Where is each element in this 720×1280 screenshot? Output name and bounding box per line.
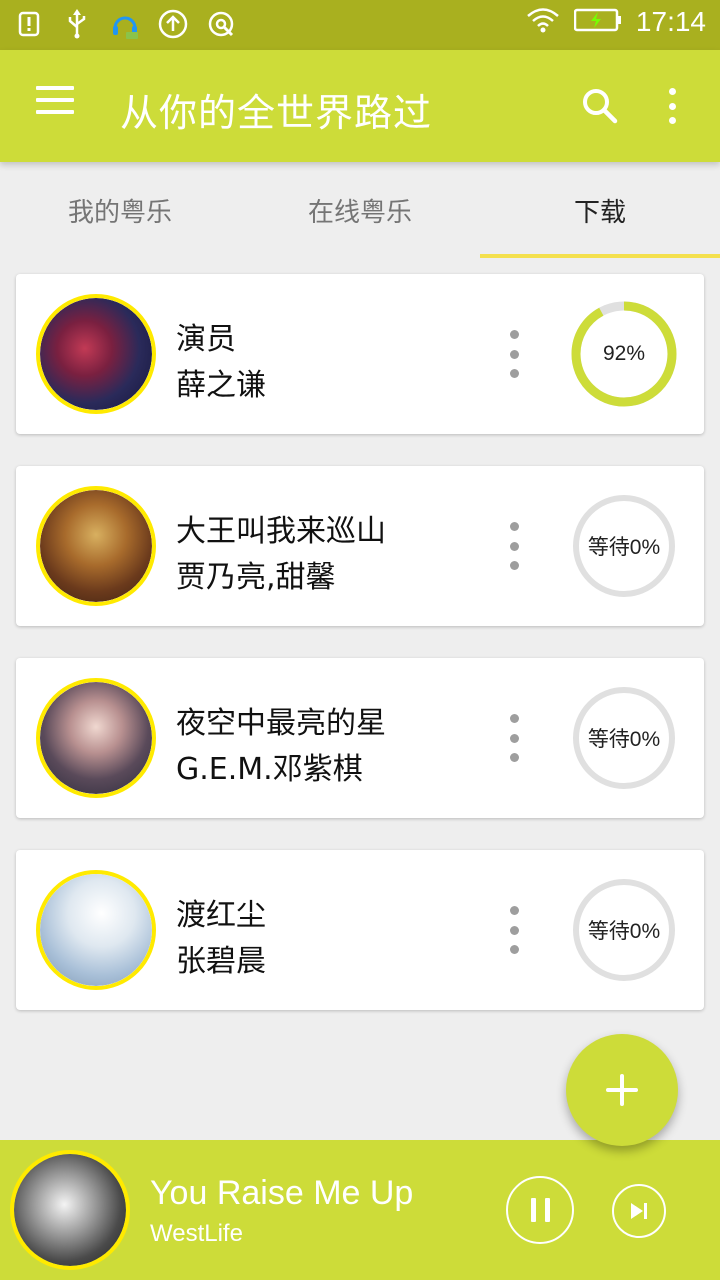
- headset-icon: [110, 8, 140, 40]
- song-artist: 薛之谦: [176, 368, 266, 403]
- menu-icon[interactable]: [36, 86, 76, 126]
- song-title: 渡红尘: [176, 898, 266, 933]
- overflow-menu-icon[interactable]: [660, 86, 684, 126]
- progress-label: 等待0%: [587, 728, 661, 751]
- sync-icon: [206, 8, 236, 40]
- tab-downloads[interactable]: 下载: [480, 192, 720, 229]
- song-artist: 张碧晨: [176, 944, 266, 979]
- download-item[interactable]: 渡红尘 张碧晨 等待0%: [16, 850, 704, 1010]
- tab-bar: 我的粤乐 在线粤乐 下载: [0, 162, 720, 258]
- more-options-icon[interactable]: [506, 714, 522, 762]
- tab-online-music[interactable]: 在线粤乐: [240, 192, 480, 229]
- more-options-icon[interactable]: [506, 522, 522, 570]
- download-item[interactable]: 演员 薛之谦 92%: [16, 274, 704, 434]
- status-bar: 17:14: [0, 0, 720, 50]
- download-item[interactable]: 大王叫我来巡山 贾乃亮,甜馨 等待0%: [16, 466, 704, 626]
- progress-label: 等待0%: [587, 920, 661, 943]
- album-cover: [36, 870, 156, 990]
- more-options-icon[interactable]: [506, 330, 522, 378]
- tab-indicator: [480, 254, 720, 258]
- song-title: 夜空中最亮的星: [176, 706, 386, 741]
- album-cover: [36, 678, 156, 798]
- search-icon[interactable]: [580, 86, 620, 126]
- wifi-icon: [526, 7, 560, 37]
- plus-icon: [606, 1074, 638, 1106]
- now-playing-artist: WestLife: [150, 1220, 243, 1247]
- download-item[interactable]: 夜空中最亮的星 G.E.M.邓紫棋 等待0%: [16, 658, 704, 818]
- usb-icon: [62, 8, 92, 40]
- battery-icon: [573, 8, 622, 36]
- skip-next-icon[interactable]: [612, 1184, 666, 1238]
- album-cover: [36, 294, 156, 414]
- more-options-icon[interactable]: [506, 906, 522, 954]
- tab-my-music[interactable]: 我的粤乐: [0, 192, 240, 229]
- now-playing-cover[interactable]: [10, 1150, 130, 1270]
- album-cover: [36, 486, 156, 606]
- progress-label: 等待0%: [587, 536, 661, 559]
- song-title: 大王叫我来巡山: [176, 514, 386, 549]
- song-artist: G.E.M.邓紫棋: [176, 752, 363, 787]
- song-artist: 贾乃亮,甜馨: [176, 560, 336, 595]
- pause-icon[interactable]: [506, 1176, 574, 1244]
- page-title: 从你的全世界路过: [120, 91, 433, 135]
- song-title: 演员: [176, 322, 236, 357]
- progress-label: 92%: [602, 342, 646, 365]
- add-button[interactable]: [566, 1034, 678, 1146]
- now-playing-bar[interactable]: You Raise Me Up WestLife: [0, 1140, 720, 1280]
- now-playing-title: You Raise Me Up: [150, 1174, 414, 1212]
- app-bar: 从你的全世界路过: [0, 50, 720, 162]
- status-time: 17:14: [635, 6, 706, 37]
- upload-icon: [158, 8, 188, 40]
- alert-icon: [14, 8, 44, 40]
